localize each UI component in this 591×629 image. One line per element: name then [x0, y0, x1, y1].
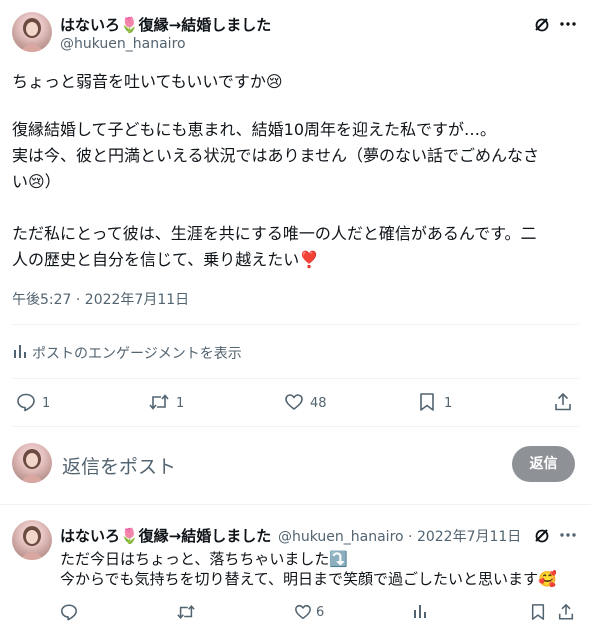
bookmark-icon[interactable] [418, 392, 436, 412]
share-icon[interactable] [553, 392, 573, 412]
reply-count: 1 [42, 396, 51, 411]
view-engagements-link[interactable]: ポストのエンゲージメントを表示 [32, 343, 242, 363]
share-icon[interactable] [557, 603, 575, 621]
composer-avatar [12, 443, 52, 483]
reply-avatar[interactable] [12, 520, 52, 560]
display-name[interactable]: はないろ🌷復縁→結婚しました [60, 14, 271, 35]
divider [0, 504, 591, 505]
bookmark-count: 1 [444, 396, 453, 411]
divider [12, 378, 579, 379]
tweet-text-line: 実は今、彼と円満といえる状況ではありません（夢のない話でごめんなさ [12, 146, 540, 165]
reply-icon[interactable] [60, 603, 78, 621]
retweet-icon[interactable] [176, 603, 196, 621]
reply-text-line: 今からでも気持ちを切り替えて、明日まで笑顔で過ごしたいと思います🥰 [60, 570, 557, 588]
retweet-count: 1 [176, 396, 185, 411]
like-icon[interactable] [284, 392, 304, 412]
tweet-text-line: い😢） [12, 172, 61, 191]
grok-icon[interactable] [533, 527, 551, 545]
retweet-icon[interactable] [148, 392, 170, 412]
like-icon[interactable] [294, 603, 312, 621]
avatar[interactable] [12, 12, 52, 52]
divider [12, 426, 579, 427]
reply-input[interactable]: 返信をポスト [62, 452, 176, 479]
reply-display-name[interactable]: はないろ🌷復縁→結婚しました [60, 525, 271, 546]
tweet-timestamp[interactable]: 午後5:27 · 2022年7月11日 [12, 289, 189, 309]
more-icon[interactable] [560, 22, 576, 26]
analytics-icon[interactable] [412, 603, 428, 619]
tweet-text-line: ちょっと弱音を吐いてもいいですか😢 [12, 72, 283, 91]
reply-handle-date[interactable]: @hukuen_hanairo · 2022年7月11日 [278, 526, 521, 546]
bookmark-icon[interactable] [530, 603, 546, 621]
reply-icon[interactable] [16, 392, 36, 412]
grok-icon[interactable] [533, 16, 551, 34]
user-handle[interactable]: @hukuen_hanairo [60, 36, 186, 52]
reply-button[interactable]: 返信 [512, 446, 575, 482]
tweet-text-line: ただ私にとって彼は、生涯を共にする唯一の人だと確信があるんです。二 [12, 224, 537, 243]
analytics-icon [12, 343, 28, 359]
reply-like-count: 6 [316, 605, 325, 620]
divider [12, 324, 579, 325]
more-icon[interactable] [560, 533, 576, 537]
tweet-text-line: 人の歴史と自分を信じて、乗り越えたい❣️ [12, 250, 320, 269]
reply-text-line: ただ今日はちょっと、落ちちゃいました⤵️ [60, 550, 349, 568]
like-count: 48 [310, 396, 327, 411]
tweet-text-line: 復縁結婚して子どもにも恵まれ、結婚10周年を迎えた私ですが…。 [12, 120, 497, 139]
